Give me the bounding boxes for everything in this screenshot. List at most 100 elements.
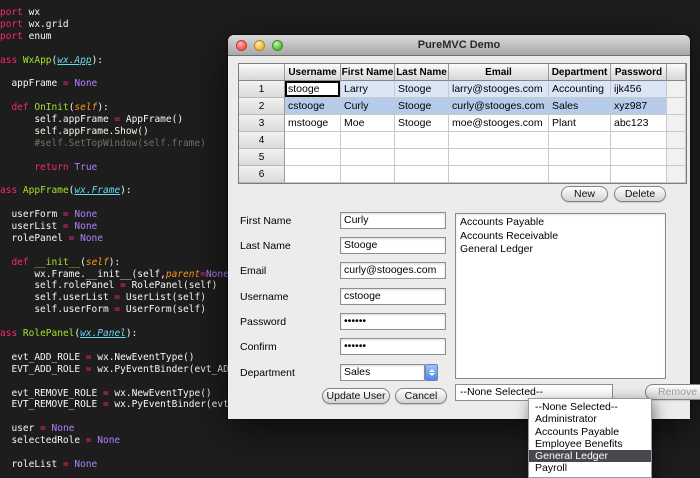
grid-cell[interactable] xyxy=(341,149,395,166)
grid-cell[interactable]: ijk456 xyxy=(611,81,667,98)
grid-column-header[interactable]: Last Name xyxy=(395,64,449,81)
grid-cell[interactable] xyxy=(549,132,611,149)
new-button[interactable]: New xyxy=(561,186,608,202)
grid-row-filler xyxy=(667,81,686,98)
grid-row-filler xyxy=(667,98,686,115)
grid-cell[interactable]: Larry xyxy=(341,81,395,98)
first-name-field[interactable]: Curly xyxy=(340,212,446,229)
form-label: First Name xyxy=(240,215,292,227)
grid-cell[interactable] xyxy=(449,166,549,183)
grid-cell[interactable]: cstooge xyxy=(285,98,341,115)
window-titlebar[interactable]: PureMVC Demo xyxy=(228,35,690,56)
update-user-button[interactable]: Update User xyxy=(322,388,390,404)
role-dropdown-menu: --None Selected-- Administrator Accounts P… xyxy=(528,398,652,478)
menu-item[interactable]: General Ledger xyxy=(529,450,651,463)
menu-item[interactable]: Employee Benefits xyxy=(529,438,651,450)
grid-row-label[interactable]: 6 xyxy=(239,166,285,183)
grid-row: 2 cstooge Curly Stooge curly@stooges.com Sale… xyxy=(239,98,686,115)
grid-cell[interactable] xyxy=(449,149,549,166)
username-field[interactable]: cstooge xyxy=(340,288,446,305)
grid-row-label[interactable]: 5 xyxy=(239,149,285,166)
grid-cell[interactable]: Sales xyxy=(549,98,611,115)
list-item[interactable]: Accounts Payable xyxy=(456,216,665,230)
grid-cell[interactable] xyxy=(611,149,667,166)
grid-row-filler xyxy=(667,166,686,183)
user-grid[interactable]: Username First Name Last Name Email Departme… xyxy=(238,63,687,184)
minimize-button[interactable] xyxy=(254,39,265,51)
grid-cell[interactable] xyxy=(395,166,449,183)
screen: { "code_editor": { "lines": [ [["k","por… xyxy=(0,0,700,478)
cancel-button[interactable]: Cancel xyxy=(395,388,447,404)
grid-cell[interactable] xyxy=(285,149,341,166)
grid-cell[interactable] xyxy=(285,132,341,149)
grid-row-label[interactable]: 3 xyxy=(239,115,285,132)
menu-item[interactable]: Accounts Payable xyxy=(529,426,651,438)
menu-item[interactable]: --None Selected-- xyxy=(529,401,651,413)
list-item[interactable]: General Ledger xyxy=(456,243,665,257)
code-line: port wx xyxy=(0,7,41,18)
remove-button[interactable]: Remove xyxy=(645,384,700,400)
grid-cell[interactable] xyxy=(341,166,395,183)
grid-row: 5 xyxy=(239,149,686,166)
grid-cell[interactable]: mstooge xyxy=(285,115,341,132)
grid-cell[interactable] xyxy=(285,166,341,183)
form-label: Email xyxy=(240,265,267,277)
window-title: PureMVC Demo xyxy=(417,39,501,51)
delete-button[interactable]: Delete xyxy=(614,186,666,202)
grid-header-filler xyxy=(667,64,686,81)
grid-column-header[interactable]: Email xyxy=(449,64,549,81)
grid-column-header[interactable]: Department xyxy=(549,64,611,81)
grid-cell[interactable]: xyz987 xyxy=(611,98,667,115)
grid-row: 3 mstooge Moe Stooge moe@stooges.com Plant abc… xyxy=(239,115,686,132)
grid-cell[interactable]: larry@stooges.com xyxy=(449,81,549,98)
grid-row-label[interactable]: 1 xyxy=(239,81,285,98)
grid-column-header[interactable]: Username xyxy=(285,64,341,81)
grid-row-filler xyxy=(667,115,686,132)
menu-item[interactable]: Administrator xyxy=(529,413,651,425)
grid-cell[interactable] xyxy=(549,149,611,166)
form-label: Password xyxy=(240,316,287,328)
list-item[interactable]: Accounts Receivable xyxy=(456,230,665,244)
grid-cell[interactable]: Stooge xyxy=(395,115,449,132)
grid-row: 6 xyxy=(239,166,686,183)
last-name-field[interactable]: Stooge xyxy=(340,237,446,254)
grid-corner xyxy=(239,64,285,81)
grid-cell[interactable] xyxy=(395,132,449,149)
grid-cell[interactable]: Moe xyxy=(341,115,395,132)
grid-cell[interactable]: moe@stooges.com xyxy=(449,115,549,132)
grid-column-header[interactable]: Password xyxy=(611,64,667,81)
grid-column-header[interactable]: First Name xyxy=(341,64,395,81)
department-stepper[interactable] xyxy=(425,364,438,381)
stepper-up-icon xyxy=(428,369,435,372)
zoom-button[interactable] xyxy=(272,39,283,51)
grid-cell[interactable] xyxy=(341,132,395,149)
grid-cell[interactable] xyxy=(611,166,667,183)
confirm-field[interactable]: •••••• xyxy=(340,338,446,355)
grid-cell[interactable]: Plant xyxy=(549,115,611,132)
puremvc-demo-window: PureMVC Demo Username First Name Last Name… xyxy=(228,35,700,419)
grid-cell[interactable] xyxy=(449,132,549,149)
password-field[interactable]: •••••• xyxy=(340,313,446,330)
grid-cell[interactable] xyxy=(611,132,667,149)
grid-cell[interactable] xyxy=(549,166,611,183)
grid-cell[interactable]: Stooge xyxy=(395,81,449,98)
department-field[interactable]: Sales xyxy=(340,364,425,381)
grid-row-label[interactable]: 4 xyxy=(239,132,285,149)
form-label: Department xyxy=(240,367,295,379)
grid-row-filler xyxy=(667,149,686,166)
grid-header-row: Username First Name Last Name Email Departme… xyxy=(239,64,686,81)
form-label: Confirm xyxy=(240,341,277,353)
grid-row: 4 xyxy=(239,132,686,149)
grid-cell[interactable]: Accounting xyxy=(549,81,611,98)
grid-cell[interactable]: Stooge xyxy=(395,98,449,115)
grid-cell[interactable]: abc123 xyxy=(611,115,667,132)
grid-cell[interactable]: Curly xyxy=(341,98,395,115)
grid-cell[interactable]: curly@stooges.com xyxy=(449,98,549,115)
grid-cell[interactable] xyxy=(395,149,449,166)
form-label: Username xyxy=(240,291,289,303)
close-button[interactable] xyxy=(236,39,247,51)
email-field[interactable]: curly@stooges.com xyxy=(340,262,446,279)
grid-row-label[interactable]: 2 xyxy=(239,98,285,115)
assigned-roles-list[interactable]: Accounts Payable Accounts Receivable Gener… xyxy=(455,213,666,379)
grid-cell[interactable]: stooge xyxy=(285,81,341,98)
